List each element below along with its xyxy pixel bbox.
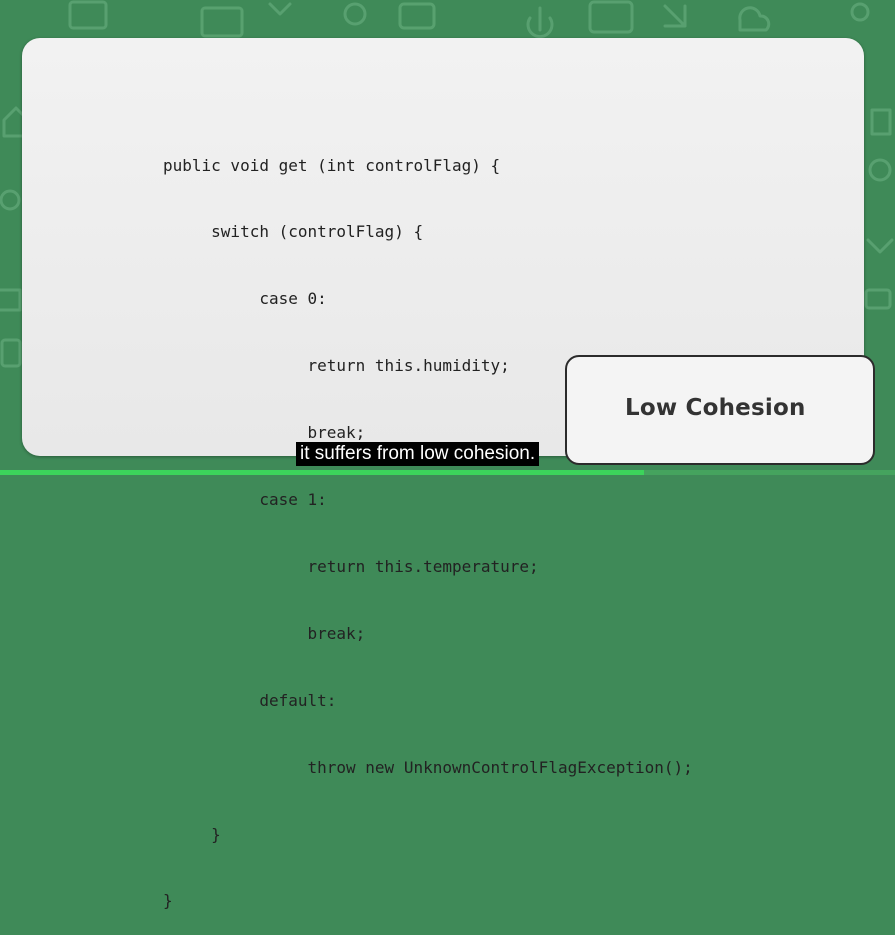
code-line: switch (controlFlag) { xyxy=(163,222,424,242)
code-line: public void get (int controlFlag) { xyxy=(163,155,501,175)
code-line: } xyxy=(163,891,173,911)
code-block: public void get (int controlFlag) { swit… xyxy=(163,110,693,935)
subtitle-caption: it suffers from low cohesion. xyxy=(296,442,540,466)
code-line: default: xyxy=(163,690,337,710)
code-line: case 0: xyxy=(163,289,327,309)
code-line: case 1: xyxy=(163,490,327,510)
concept-label-box: Low Cohesion xyxy=(565,355,875,465)
code-line: throw new UnknownControlFlagException(); xyxy=(163,757,693,777)
code-line: return this.temperature; xyxy=(163,556,539,576)
concept-label: Low Cohesion xyxy=(625,395,806,421)
video-progress-fill xyxy=(0,470,645,475)
code-line: } xyxy=(163,824,221,844)
code-line: break; xyxy=(163,623,366,643)
video-progress-bar[interactable] xyxy=(0,470,895,475)
